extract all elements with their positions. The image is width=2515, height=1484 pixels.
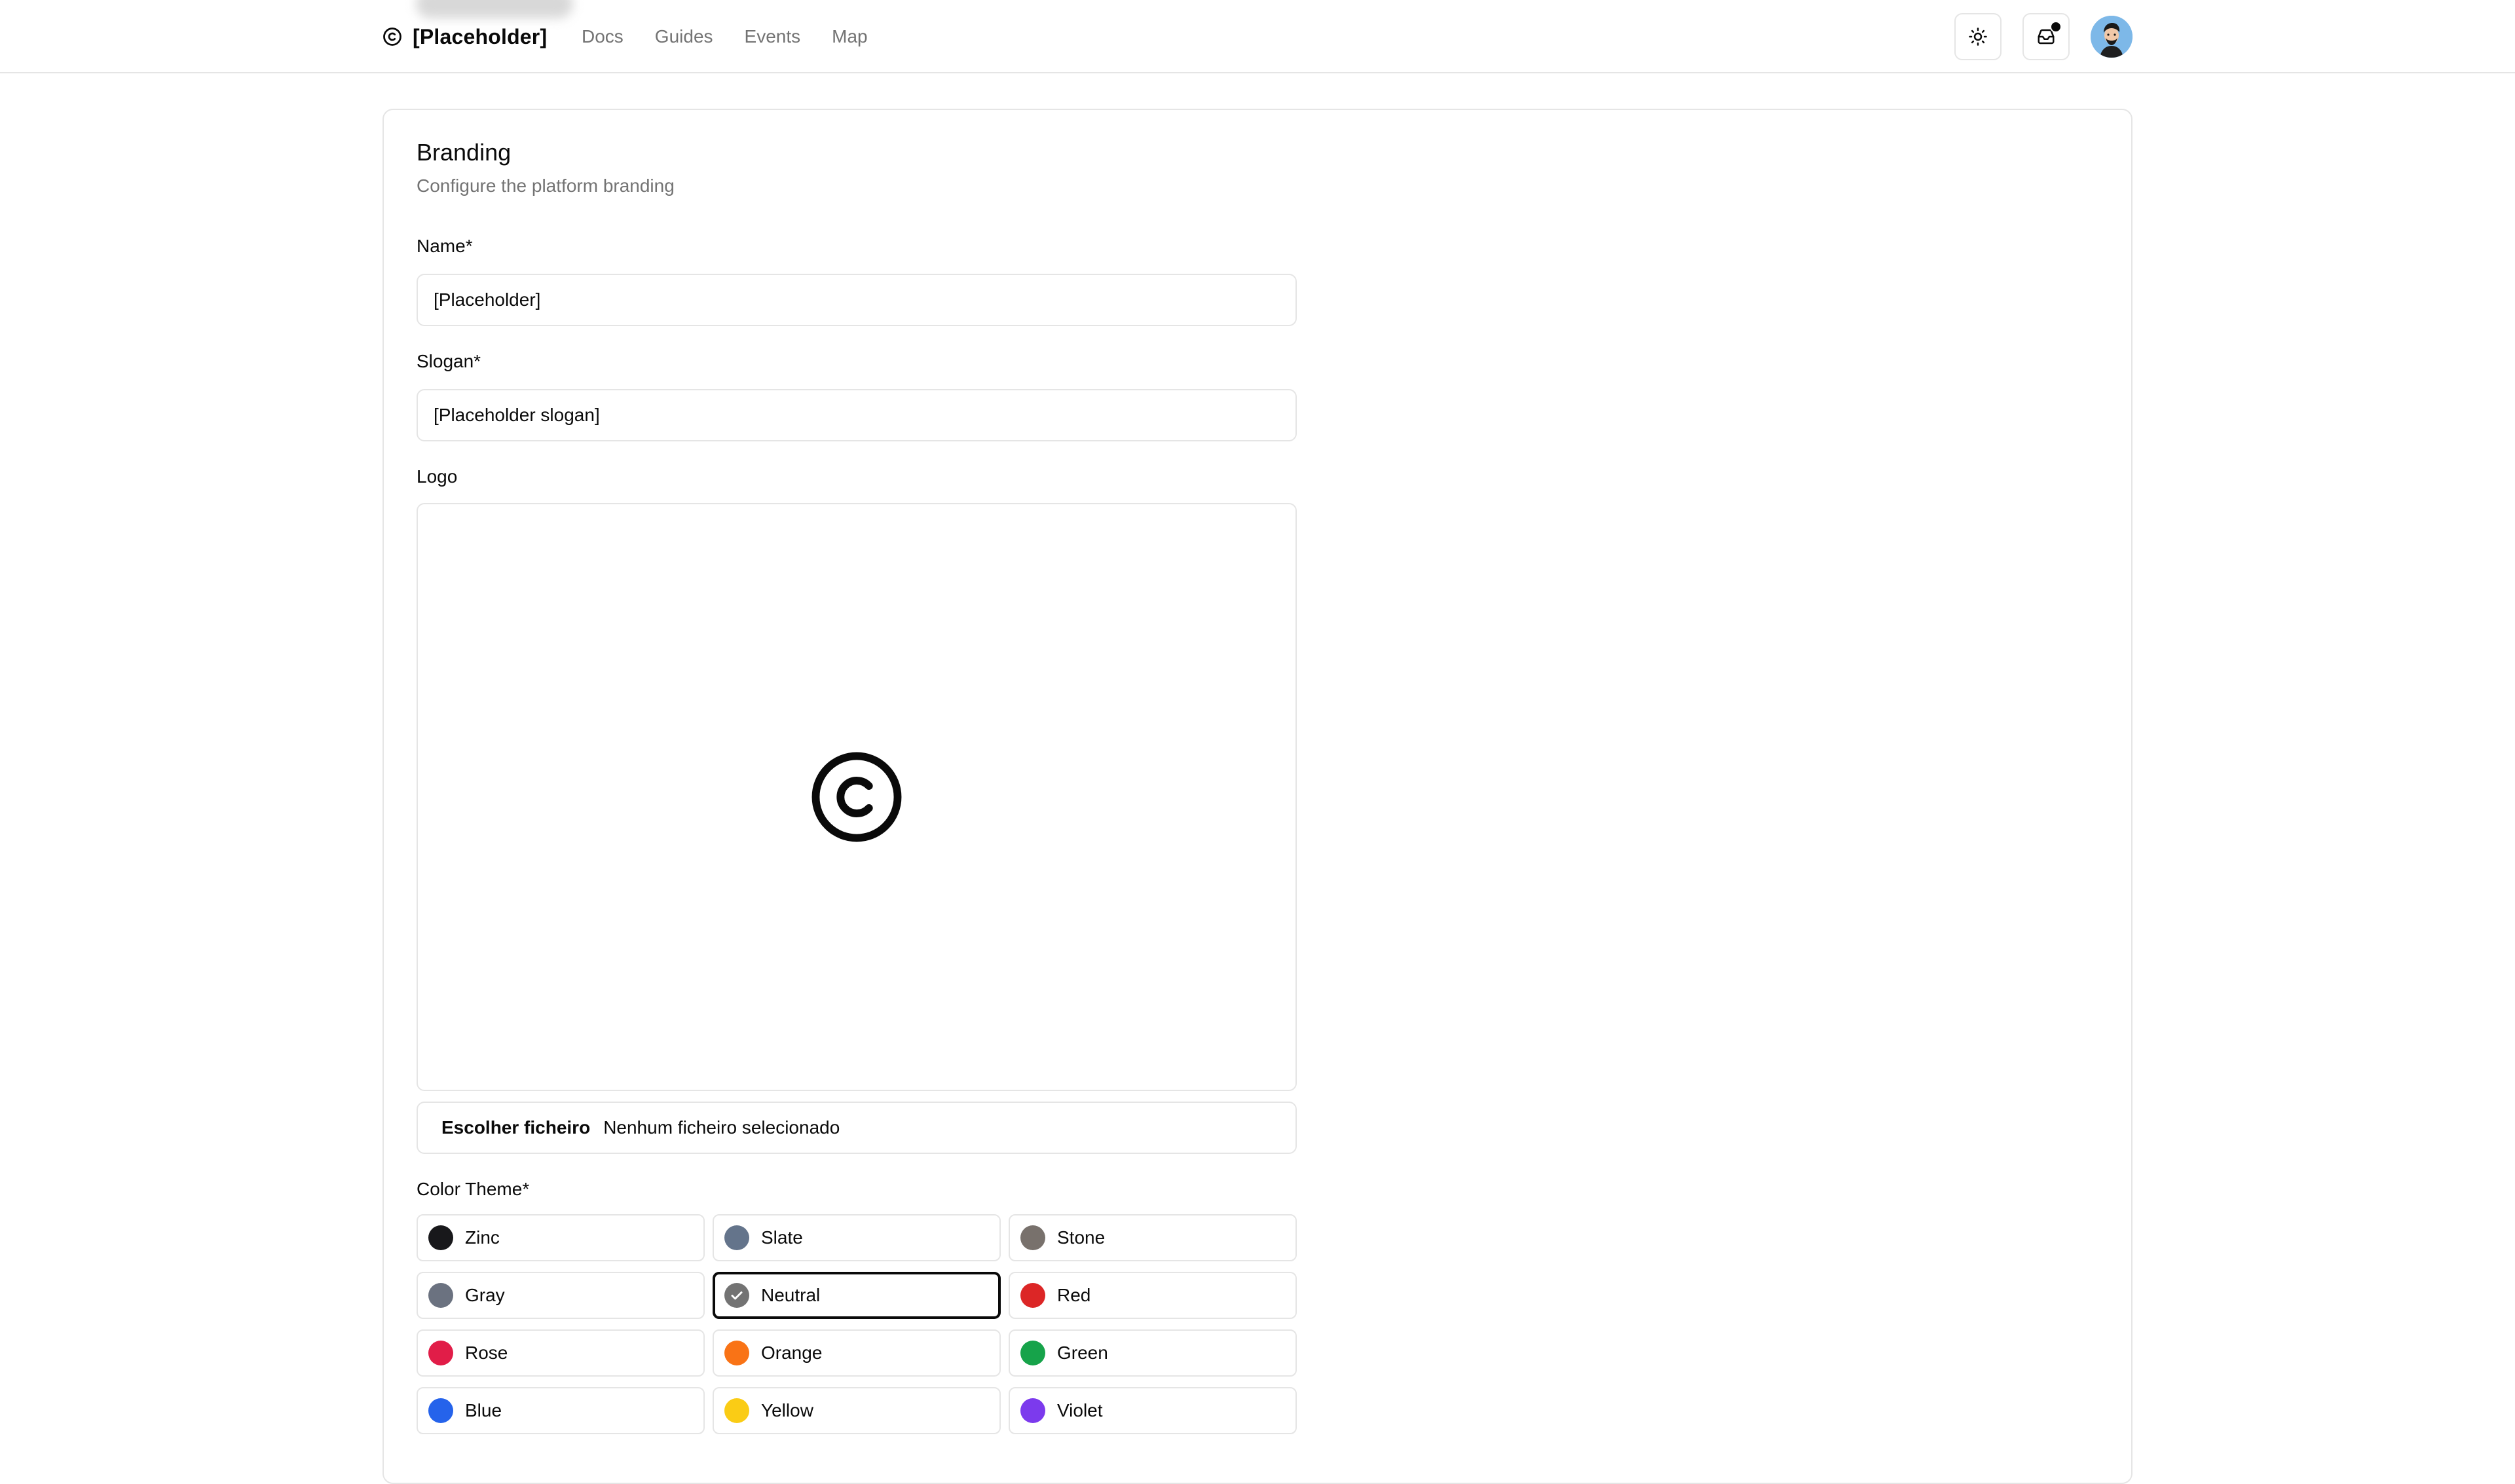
color-theme-option-violet[interactable]: Violet	[1009, 1387, 1297, 1434]
nav-map[interactable]: Map	[832, 26, 867, 47]
color-theme-label: Orange	[761, 1343, 823, 1363]
notification-dot	[2050, 21, 2062, 33]
slogan-input[interactable]	[417, 389, 1297, 441]
color-theme-label: Green	[1057, 1343, 1108, 1363]
brand-link[interactable]: [Placeholder]	[382, 22, 547, 51]
color-theme-label: Stone	[1057, 1227, 1106, 1248]
color-swatch	[1020, 1225, 1045, 1250]
nav-events[interactable]: Events	[745, 26, 801, 47]
inbox-button[interactable]	[2022, 13, 2070, 60]
color-theme-label: Zinc	[465, 1227, 500, 1248]
color-theme-option-red[interactable]: Red	[1009, 1272, 1297, 1319]
logo-file-input[interactable]: Escolher ficheiro Nenhum ficheiro seleci…	[417, 1102, 1297, 1154]
color-swatch	[724, 1225, 749, 1250]
color-swatch	[1020, 1283, 1045, 1308]
name-label: Name*	[417, 236, 473, 256]
slogan-label: Slogan*	[417, 351, 481, 371]
color-theme-option-green[interactable]: Green	[1009, 1329, 1297, 1377]
logo-preview	[417, 503, 1297, 1091]
sun-icon	[1968, 27, 1988, 46]
branding-card: Branding Configure the platform branding…	[382, 109, 2133, 1484]
color-swatch	[428, 1398, 453, 1423]
color-swatch	[724, 1283, 749, 1308]
color-theme-option-rose[interactable]: Rose	[417, 1329, 705, 1377]
color-theme-option-gray[interactable]: Gray	[417, 1272, 705, 1319]
color-swatch	[1020, 1398, 1045, 1423]
card-title: Branding	[417, 139, 512, 166]
main-nav: Docs Guides Events Map	[582, 22, 868, 51]
color-theme-option-zinc[interactable]: Zinc	[417, 1214, 705, 1261]
color-theme-option-orange[interactable]: Orange	[713, 1329, 1001, 1377]
name-input[interactable]	[417, 274, 1297, 326]
choose-file-button[interactable]: Escolher ficheiro	[441, 1117, 590, 1138]
avatar-illustration	[2091, 16, 2133, 58]
color-theme-label: Rose	[465, 1343, 508, 1363]
color-theme-label: Neutral	[761, 1285, 821, 1305]
logo-label: Logo	[417, 466, 458, 487]
color-theme-grid: Zinc Slate Stone Gray Neutral Red Rose Orange Gr…	[417, 1214, 1297, 1434]
color-theme-label: Violet	[1057, 1400, 1103, 1420]
color-theme-label: Blue	[465, 1400, 502, 1420]
top-navbar: [Placeholder] Docs Guides Events Map	[0, 0, 2515, 73]
check-icon	[731, 1291, 743, 1300]
color-theme-label: Slate	[761, 1227, 803, 1248]
color-swatch	[724, 1341, 749, 1365]
color-theme-label: Gray	[465, 1285, 505, 1305]
color-theme-label: Yellow	[761, 1400, 813, 1420]
color-swatch	[428, 1225, 453, 1250]
blurred-overlay	[416, 0, 573, 18]
color-swatch	[428, 1341, 453, 1365]
color-swatch	[1020, 1341, 1045, 1365]
color-theme-label: Color Theme*	[417, 1179, 530, 1199]
color-swatch	[724, 1398, 749, 1423]
color-theme-option-blue[interactable]: Blue	[417, 1387, 705, 1434]
nav-docs[interactable]: Docs	[582, 26, 624, 47]
brand-name: [Placeholder]	[413, 24, 548, 48]
color-theme-option-yellow[interactable]: Yellow	[713, 1387, 1001, 1434]
theme-toggle-button[interactable]	[1954, 13, 2002, 60]
nav-guides[interactable]: Guides	[655, 26, 713, 47]
user-avatar[interactable]	[2091, 16, 2133, 58]
color-theme-option-stone[interactable]: Stone	[1009, 1214, 1297, 1261]
copyright-icon	[808, 748, 906, 846]
color-theme-option-neutral[interactable]: Neutral	[713, 1272, 1001, 1319]
copyright-icon	[382, 27, 402, 46]
color-theme-label: Red	[1057, 1285, 1091, 1305]
card-description: Configure the platform branding	[417, 176, 675, 196]
color-swatch	[428, 1283, 453, 1308]
file-status: Nenhum ficheiro selecionado	[603, 1117, 840, 1138]
color-theme-option-slate[interactable]: Slate	[713, 1214, 1001, 1261]
